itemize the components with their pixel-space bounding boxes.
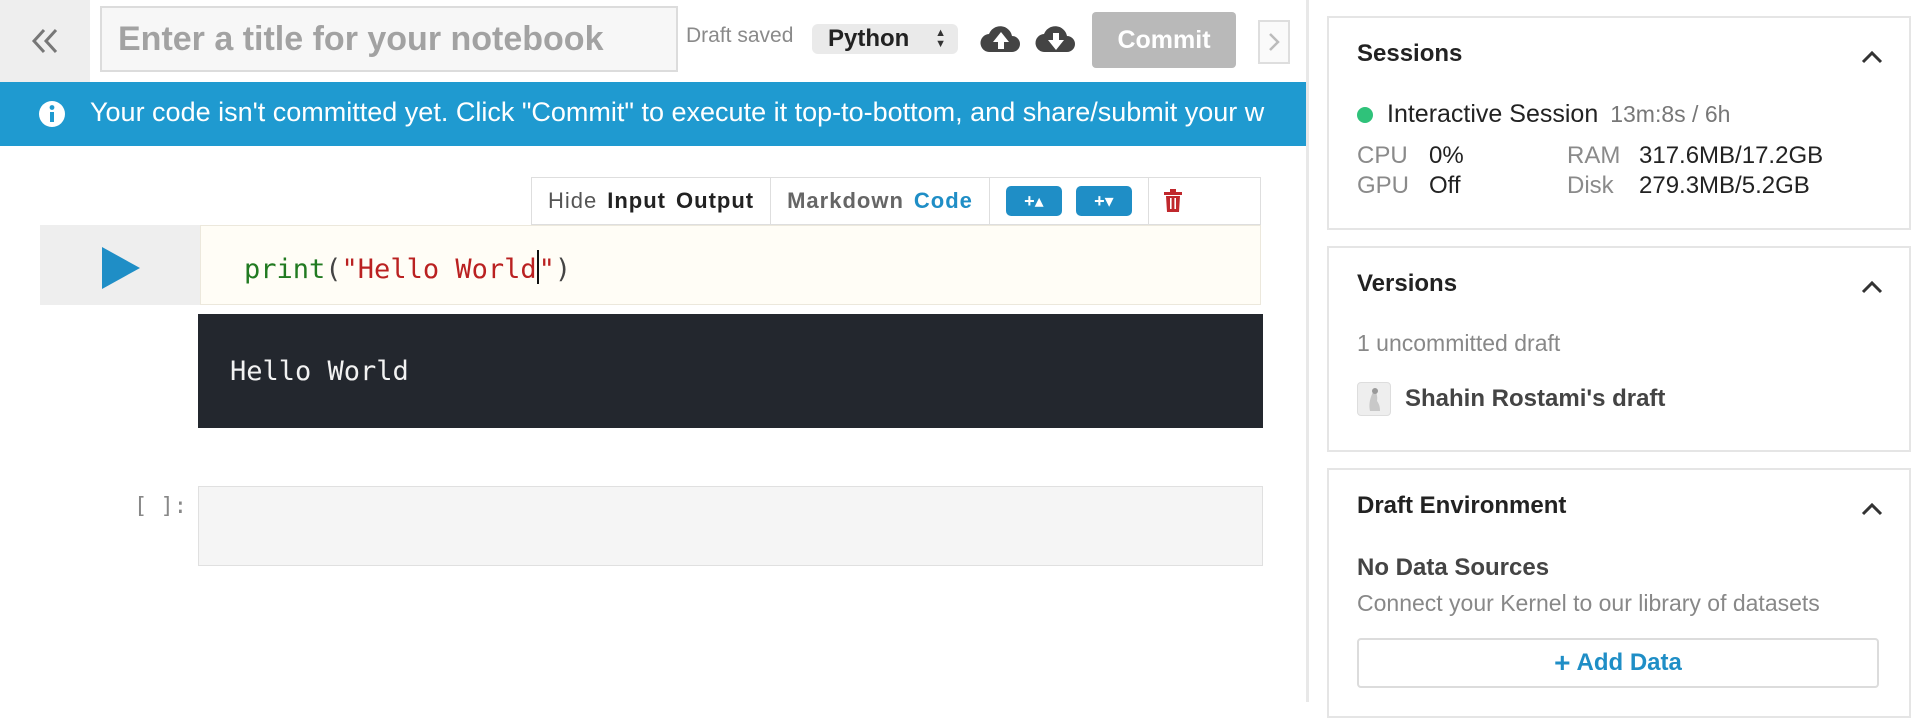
draft-status: Draft saved (686, 24, 794, 47)
environment-title: Draft Environment (1357, 492, 1567, 519)
disk-value: 279.3MB/5.2GB (1639, 172, 1810, 199)
empty-code-cell[interactable] (198, 486, 1263, 566)
user-avatar-icon (1369, 388, 1380, 411)
cpu-label: CPU (1357, 142, 1408, 169)
sessions-title: Sessions (1357, 40, 1463, 67)
cell-type-group: Markdown Code (771, 178, 990, 224)
code-editor[interactable]: print("Hello World") (200, 225, 1261, 305)
code-type-button[interactable]: Code (914, 188, 973, 214)
double-chevron-left-icon (31, 28, 58, 54)
editor-toolbar: Draft saved Python ▲▼ Commit (0, 0, 1306, 82)
download-cloud-icon[interactable] (1035, 20, 1077, 60)
cpu-stat: CPU 0% (1357, 142, 1464, 170)
versions-title: Versions (1357, 270, 1458, 297)
notebook-title-input[interactable] (100, 6, 678, 72)
pane-divider[interactable] (1306, 0, 1309, 702)
environment-description: Connect your Kernel to our library of da… (1357, 590, 1820, 616)
run-cell-icon[interactable] (102, 247, 140, 289)
select-arrows-icon: ▲ ▼ (935, 27, 946, 50)
visibility-group: Hide Input Output (532, 178, 772, 224)
add-data-label: Add Data (1576, 649, 1682, 676)
add-cell-above-button[interactable]: +▴ (1005, 186, 1062, 216)
trash-icon[interactable] (1163, 189, 1183, 213)
cpu-value: 0% (1429, 142, 1464, 169)
versions-summary: 1 uncommitted draft (1357, 330, 1561, 356)
hide-output-button[interactable]: Output (676, 188, 754, 214)
code-close-paren: ) (554, 254, 572, 285)
banner-text: Your code isn't committed yet. Click "Co… (90, 97, 1265, 127)
ram-stat: RAM 317.6MB/17.2GB (1567, 142, 1823, 170)
cell-prompt: [ ]: (134, 494, 187, 519)
session-time: 13m:8s / 6h (1610, 101, 1731, 127)
disk-label: Disk (1567, 172, 1614, 199)
session-name: Interactive Session (1387, 100, 1599, 128)
code-open-paren: ( (325, 254, 342, 285)
disk-stat: Disk 279.3MB/5.2GB (1567, 172, 1810, 200)
versions-panel: Versions 1 uncommitted draft Shahin Rost… (1327, 246, 1911, 452)
avatar (1357, 382, 1391, 416)
markdown-type-button[interactable]: Markdown (787, 188, 904, 214)
add-cell-group: +▴ +▾ (990, 178, 1149, 224)
notebook-editor: Draft saved Python ▲▼ Commit Your code i… (0, 0, 1306, 702)
info-icon (39, 101, 65, 127)
cell-toolbar: Hide Input Output Markdown Code +▴ +▾ (531, 177, 1261, 225)
no-data-sources-heading: No Data Sources (1357, 554, 1550, 581)
expand-button[interactable] (1258, 20, 1290, 64)
code-string: "Hello World (341, 254, 537, 285)
add-cell-below-button[interactable]: +▾ (1075, 186, 1132, 216)
draft-owner: Shahin Rostami's draft (1405, 385, 1666, 412)
code-function: print (244, 254, 326, 285)
chevron-up-icon[interactable] (1861, 502, 1883, 516)
gpu-label: GPU (1357, 172, 1410, 199)
cell-output: Hello World (198, 314, 1263, 428)
session-status-dot (1357, 106, 1373, 123)
chevron-right-icon (1269, 33, 1280, 51)
gpu-value: Off (1429, 172, 1461, 199)
plus-icon: + (1554, 647, 1571, 678)
add-data-button[interactable]: + Add Data (1357, 638, 1879, 688)
ram-label: RAM (1567, 142, 1621, 169)
sessions-panel: Sessions Interactive Session 13m:8s / 6h… (1327, 16, 1911, 230)
versions-summary-row: 1 uncommitted draft (1357, 330, 1560, 357)
code-string-end: " (538, 254, 555, 285)
chevron-up-icon[interactable] (1861, 280, 1883, 294)
language-select[interactable]: Python ▲ ▼ (812, 24, 958, 54)
draft-environment-panel: Draft Environment No Data Sources Connec… (1327, 468, 1911, 718)
upload-cloud-icon[interactable] (980, 20, 1022, 60)
hide-input-button[interactable]: Input (607, 188, 666, 214)
commit-info-banner: Your code isn't committed yet. Click "Co… (0, 82, 1306, 146)
language-value: Python (828, 25, 910, 52)
commit-button[interactable]: Commit (1092, 12, 1236, 68)
gpu-stat: GPU Off (1357, 172, 1461, 200)
ram-value: 317.6MB/17.2GB (1639, 142, 1824, 169)
session-row: Interactive Session 13m:8s / 6h (1357, 100, 1730, 129)
chevron-up-icon[interactable] (1861, 50, 1883, 64)
hide-label: Hide (548, 188, 598, 213)
draft-version-item[interactable]: Shahin Rostami's draft (1357, 382, 1665, 416)
delete-group (1149, 178, 1197, 224)
collapse-sidebar-button[interactable] (0, 0, 90, 82)
